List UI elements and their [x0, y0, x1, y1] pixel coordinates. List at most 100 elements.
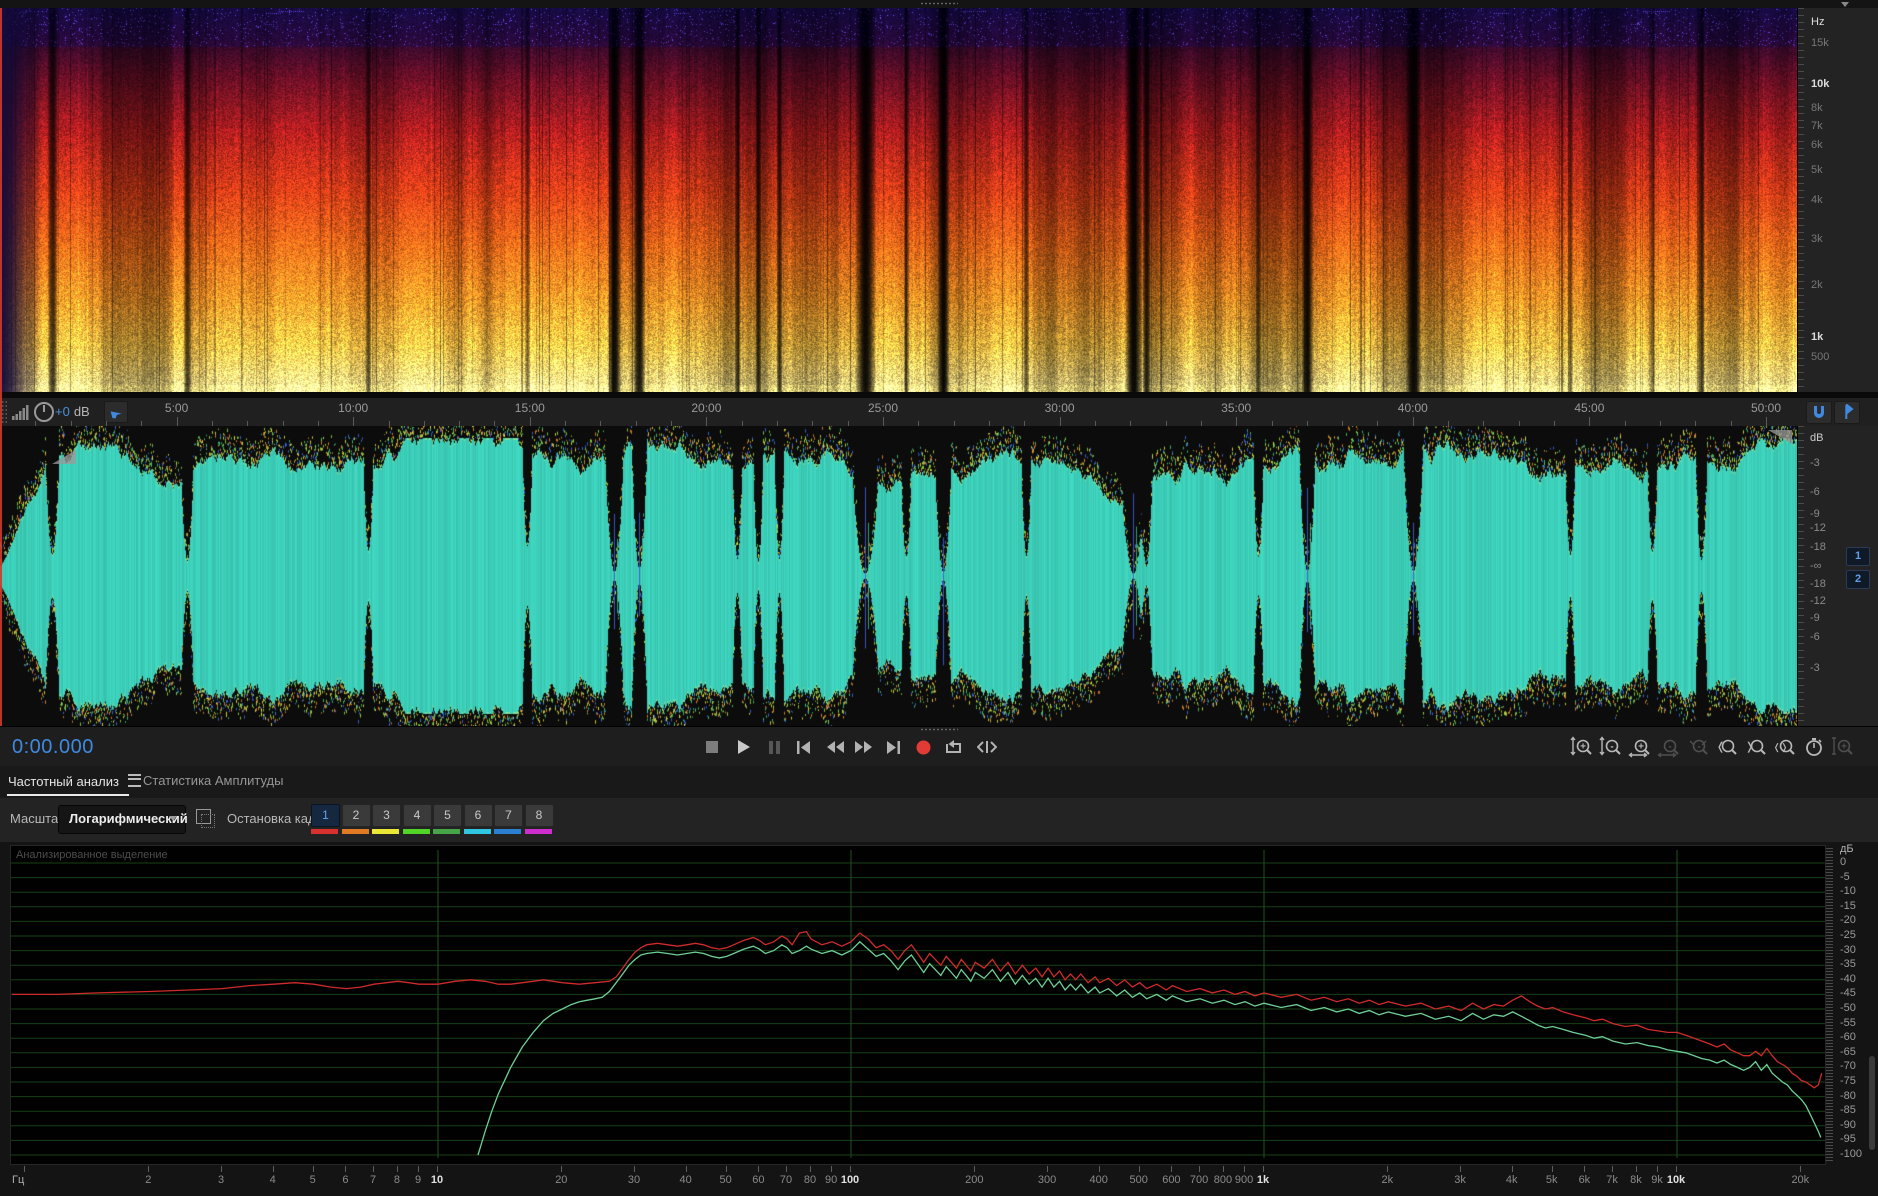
fade-out-handle[interactable] [1768, 430, 1792, 444]
pin-playhead-button[interactable] [104, 401, 128, 423]
hold-color-bar [402, 829, 430, 834]
gain-unit: dB [73, 404, 90, 419]
timeline-label: 50:00 [1750, 401, 1782, 415]
frequency-axis-tick [1676, 1166, 1677, 1172]
waveform-db-ruler[interactable]: dB -3 -6 -9 -12 -18 -∞ -18 -12 -9 -6 -3 1 2 [1797, 426, 1878, 726]
frequency-axis-label: 6 [342, 1174, 349, 1186]
plot-db-label: -85 [1840, 1104, 1856, 1117]
play-button[interactable] [729, 733, 757, 761]
frequency-axis-label: 70 [779, 1174, 793, 1186]
spectrogram-frequency-ruler[interactable]: Hz 15k 10k 8k 7k 6k 5k 4k 3k 2k 1k 500 [1797, 8, 1878, 392]
frequency-axis-tick [272, 1166, 274, 1172]
zoom-in-right-edge-button[interactable]: ❭ [1742, 734, 1769, 760]
spectrogram-canvas[interactable] [0, 8, 1797, 392]
frequency-axis-tick [1047, 1166, 1049, 1172]
waveform-canvas[interactable] [0, 426, 1797, 726]
plot-db-label: -55 [1840, 1016, 1856, 1029]
zoom-out-vertical-button[interactable]: - [1597, 734, 1624, 760]
panel-menu-icon[interactable] [127, 774, 141, 787]
channel-1-button[interactable]: 1 [1846, 547, 1870, 566]
zoom-in-horizontal-button[interactable]: + [1626, 734, 1653, 760]
frequency-axis-tick [1098, 1166, 1100, 1172]
hold-button-8[interactable]: 8 [524, 804, 554, 827]
fade-in-handle[interactable] [52, 450, 76, 464]
time-display[interactable]: 0:00.000 [12, 736, 94, 759]
skip-arrows-button[interactable] [973, 733, 1001, 761]
frequency-axis-tick [1171, 1166, 1173, 1172]
toolbar-grip[interactable] [1, 400, 8, 424]
svg-text:+: + [1638, 742, 1644, 753]
plot-db-label: -80 [1840, 1089, 1856, 1102]
frequency-axis-tick [634, 1166, 636, 1172]
hold-button-6[interactable]: 6 [463, 804, 493, 827]
timeline-label: 30:00 [1044, 401, 1075, 415]
levels-icon[interactable] [12, 404, 30, 420]
tab-frequency-analysis-label: Частотный анализ [8, 774, 119, 789]
frequency-axis-tick [1222, 1166, 1224, 1172]
skip-to-start-button[interactable] [789, 733, 817, 761]
frequency-axis-label: 2k [1381, 1174, 1394, 1186]
frequency-analysis-panel: Анализированное выделение дБ 0 -5 -10 -15 -2… [0, 842, 1878, 1196]
panel-drag-handle[interactable] [920, 2, 958, 5]
panel-drag-handle[interactable] [920, 728, 958, 731]
plot-db-label: -5 [1840, 870, 1850, 883]
hold-button-1[interactable]: 1 [311, 804, 340, 827]
frequency-axis-label: 20k [1791, 1174, 1810, 1186]
panel-menu-caret-icon[interactable] [1841, 2, 1849, 7]
hold-button-4[interactable]: 4 [402, 804, 432, 827]
hold-color-bar [463, 829, 491, 834]
frequency-ruler-ticks [1798, 8, 1804, 392]
copy-graph-button[interactable] [196, 809, 215, 828]
frequency-axis-label: 90 [824, 1174, 838, 1186]
stop-button[interactable] [698, 733, 726, 761]
zoom-out-horizontal-button[interactable]: - [1655, 734, 1682, 760]
gain-readout[interactable]: +0 dB [55, 404, 90, 419]
scale-dropdown[interactable]: Логарифмический [58, 805, 188, 834]
channel-2-button[interactable]: 2 [1846, 570, 1870, 589]
timeline-tick [529, 417, 531, 426]
frequency-axis-label: 200 [965, 1174, 984, 1186]
zoom-reset-button[interactable]: - [1684, 734, 1711, 760]
frequency-tick-label: 6k [1811, 139, 1823, 151]
timeline-ruler[interactable]: +0 dB 5:00 10:00 15:00 20:00 25:00 30:00 35:00 4… [0, 398, 1878, 427]
playhead[interactable] [0, 8, 2, 726]
rewind-button[interactable] [821, 733, 849, 761]
clock-icon[interactable] [33, 401, 55, 423]
plot-scrollbar-thumb[interactable] [1869, 1056, 1875, 1150]
hold-button-7[interactable]: 7 [494, 804, 523, 827]
waveform-editor[interactable]: dB -3 -6 -9 -12 -18 -∞ -18 -12 -9 -6 -3 1 2 [0, 426, 1878, 726]
timeline-tick [1236, 417, 1238, 426]
zoom-full-button[interactable]: + [1829, 734, 1856, 760]
hold-button-3[interactable]: 3 [372, 804, 401, 827]
frequency-axis-tick [685, 1166, 687, 1172]
skip-to-end-button[interactable] [879, 733, 907, 761]
zoom-selection-button[interactable]: ❬❭ [1771, 734, 1798, 760]
tab-amplitude-statistics[interactable]: Статистика Амплитуды [143, 773, 283, 788]
add-marker-button[interactable] [1834, 401, 1860, 424]
timer-button[interactable] [1800, 734, 1827, 760]
timeline-tick [706, 417, 708, 426]
frequency-plot[interactable]: Анализированное выделение [10, 845, 1826, 1165]
zoom-in-vertical-button[interactable]: + [1568, 734, 1595, 760]
loop-playback-button[interactable] [939, 733, 967, 761]
frequency-axis-label: 7k [1606, 1174, 1618, 1186]
frequency-axis-label: 100 [840, 1174, 860, 1186]
frequency-axis-tick [1511, 1166, 1513, 1172]
timeline-tick [1766, 417, 1767, 426]
hold-button-2[interactable]: 2 [341, 804, 371, 827]
timeline-tick [883, 417, 884, 426]
snapping-magnet-button[interactable] [1806, 401, 1832, 424]
frequency-axis-label: 40 [679, 1174, 692, 1186]
frequency-axis-tick [1263, 1166, 1264, 1172]
tab-frequency-analysis[interactable]: Частотный анализ [8, 773, 141, 789]
frequency-axis-tick [1387, 1166, 1389, 1172]
frequency-axis-label: 6k [1578, 1174, 1591, 1186]
hold-button-5[interactable]: 5 [433, 804, 462, 827]
zoom-in-left-edge-button[interactable]: ❬ [1713, 734, 1740, 760]
hz-axis-label: Гц [12, 1174, 25, 1186]
record-button[interactable] [909, 733, 937, 761]
frequency-axis-label: 8k [1630, 1174, 1642, 1186]
pause-button[interactable] [760, 733, 788, 761]
transport-bar: 0:00.000 + - + - - ❬ ❭ ❬❭ + [0, 726, 1878, 767]
fast-forward-button[interactable] [849, 733, 877, 761]
